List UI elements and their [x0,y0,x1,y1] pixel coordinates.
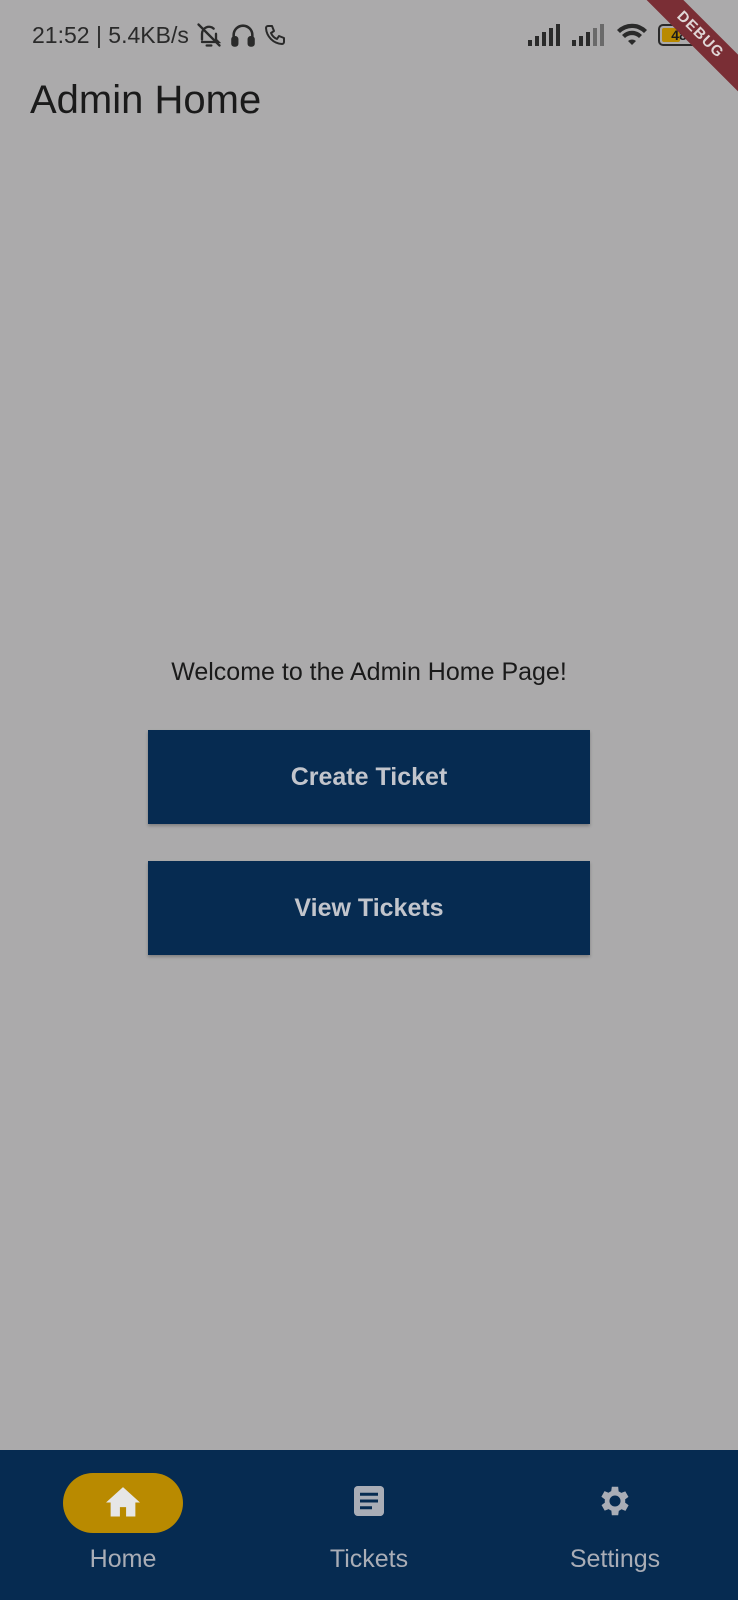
mute-bell-icon [195,21,223,49]
headphones-icon [229,21,257,49]
nav-label-home: Home [89,1545,157,1573]
phone-icon [263,23,287,47]
nav-home-indicator [63,1473,183,1533]
signal-icon [528,24,562,46]
page-title: Admin Home [30,78,262,122]
status-bar: 21:52 | 5.4KB/s 48 [0,0,738,70]
nav-label-tickets: Tickets [329,1545,409,1573]
view-tickets-button[interactable]: View Tickets [148,861,590,955]
status-time-speed: 21:52 | 5.4KB/s [32,21,189,48]
nav-item-settings[interactable]: Settings [492,1450,738,1600]
wifi-icon [616,23,648,47]
nav-tickets-indicator [309,1473,429,1533]
signal-icon [572,24,606,46]
nav-item-tickets[interactable]: Tickets [246,1450,492,1600]
nav-settings-indicator [555,1473,675,1533]
home-icon [104,1484,142,1523]
article-icon [351,1483,387,1524]
gear-icon [596,1482,634,1525]
welcome-message: Welcome to the Admin Home Page! [171,658,567,686]
status-left: 21:52 | 5.4KB/s [32,20,287,50]
bottom-navigation: Home Tickets Settings [0,1450,738,1600]
nav-label-settings: Settings [569,1545,661,1573]
nav-item-home[interactable]: Home [0,1450,246,1600]
create-ticket-button[interactable]: Create Ticket [148,730,590,824]
